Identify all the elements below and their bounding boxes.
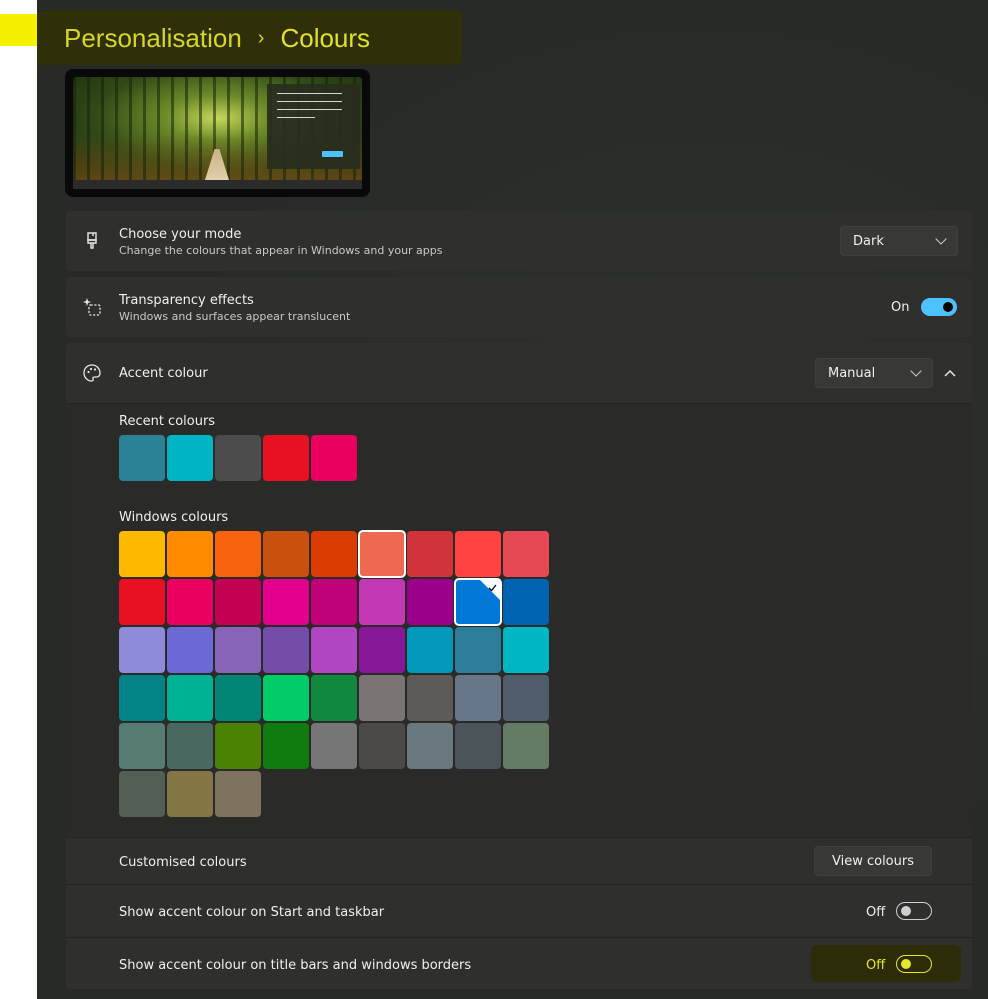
windows-colour-swatch[interactable]	[503, 579, 549, 625]
windows-colour-swatch[interactable]	[311, 531, 357, 577]
windows-colour-swatch[interactable]	[167, 627, 213, 673]
windows-colour-swatch[interactable]	[167, 579, 213, 625]
view-colours-button[interactable]: View colours	[814, 846, 932, 876]
windows-colour-swatch[interactable]	[455, 675, 501, 721]
recent-colour-swatch[interactable]	[263, 435, 309, 481]
recent-colour-swatch[interactable]	[215, 435, 261, 481]
accent-dropdown-value: Manual	[828, 365, 876, 381]
windows-colour-swatch[interactable]	[119, 723, 165, 769]
recent-colours-label: Recent colours	[119, 414, 216, 429]
title-bars-toggle[interactable]	[896, 955, 932, 973]
windows-colour-swatch[interactable]	[358, 530, 406, 578]
windows-colours-label: Windows colours	[119, 510, 229, 525]
title-bars-label: Show accent colour on title bars and win…	[119, 958, 472, 973]
title-bars-state: Off	[866, 958, 886, 973]
windows-colour-swatch[interactable]	[359, 627, 405, 673]
accent-title: Accent colour	[119, 366, 208, 381]
theme-preview	[65, 69, 370, 197]
recent-colour-swatch[interactable]	[311, 435, 357, 481]
highlight-marker	[0, 14, 38, 46]
windows-colour-swatch[interactable]	[215, 771, 261, 817]
windows-colour-swatch[interactable]	[119, 675, 165, 721]
mode-dropdown[interactable]: Dark	[840, 226, 958, 256]
preview-window	[267, 84, 360, 169]
recent-colour-swatch[interactable]	[167, 435, 213, 481]
windows-colour-swatch[interactable]	[167, 531, 213, 577]
windows-colour-swatch[interactable]	[215, 531, 261, 577]
windows-colour-swatch[interactable]	[455, 723, 501, 769]
windows-colour-swatch[interactable]	[215, 627, 261, 673]
windows-colour-swatch[interactable]	[359, 579, 405, 625]
windows-colour-swatch[interactable]	[503, 627, 549, 673]
windows-colour-swatch[interactable]	[263, 675, 309, 721]
windows-colour-swatch[interactable]	[215, 723, 261, 769]
page-title: Colours	[280, 22, 371, 53]
windows-colour-swatch[interactable]	[263, 723, 309, 769]
windows-colour-swatch[interactable]	[215, 675, 261, 721]
windows-colour-swatch[interactable]	[263, 531, 309, 577]
windows-colour-swatch[interactable]	[503, 531, 549, 577]
windows-colour-swatch[interactable]	[119, 579, 165, 625]
windows-colour-swatch[interactable]	[407, 627, 453, 673]
windows-colour-swatch[interactable]	[119, 627, 165, 673]
windows-colour-swatch[interactable]	[311, 579, 357, 625]
transparency-title: Transparency effects	[119, 293, 254, 308]
windows-colour-swatch[interactable]	[263, 579, 309, 625]
recent-colour-swatch[interactable]	[119, 435, 165, 481]
windows-colour-swatch[interactable]	[455, 531, 501, 577]
chevron-down-icon	[935, 233, 947, 245]
start-taskbar-toggle[interactable]	[896, 902, 932, 920]
palette-icon	[83, 364, 101, 382]
windows-colour-swatch[interactable]	[454, 578, 502, 626]
windows-colour-swatch[interactable]	[359, 675, 405, 721]
windows-colour-swatch[interactable]	[407, 723, 453, 769]
windows-colour-swatch[interactable]	[263, 627, 309, 673]
preview-taskbar	[73, 180, 362, 189]
accent-dropdown[interactable]: Manual	[815, 358, 933, 388]
transparency-subtitle: Windows and surfaces appear translucent	[119, 310, 351, 323]
windows-colour-swatch[interactable]	[503, 675, 549, 721]
collapse-button[interactable]	[941, 365, 959, 383]
windows-colour-swatch[interactable]	[311, 675, 357, 721]
breadcrumb-chevron-icon: ›	[257, 26, 265, 49]
windows-colour-swatch[interactable]	[311, 723, 357, 769]
transparency-state: On	[891, 300, 910, 315]
windows-colour-swatch[interactable]	[407, 579, 453, 625]
windows-colour-swatch[interactable]	[455, 627, 501, 673]
toggle-highlight	[811, 945, 961, 982]
mode-title: Choose your mode	[119, 227, 242, 242]
transparency-card: Transparency effects Windows and surface…	[66, 277, 972, 337]
paintbrush-icon	[87, 232, 97, 249]
settings-window: Personalisation › Colours Choose your mo…	[37, 0, 988, 999]
windows-colour-swatch[interactable]	[119, 771, 165, 817]
windows-colour-swatch[interactable]	[215, 579, 261, 625]
mode-subtitle: Change the colours that appear in Window…	[119, 244, 443, 257]
breadcrumb: Personalisation › Colours	[64, 20, 370, 56]
windows-colour-swatch[interactable]	[407, 675, 453, 721]
start-taskbar-label: Show accent colour on Start and taskbar	[119, 905, 385, 920]
mode-card: Choose your mode Change the colours that…	[66, 211, 972, 271]
windows-colour-swatch[interactable]	[167, 675, 213, 721]
mode-dropdown-value: Dark	[853, 233, 884, 249]
accent-card: Accent colour Manual Recent colours Wind…	[66, 343, 972, 989]
windows-colour-swatch[interactable]	[311, 627, 357, 673]
breadcrumb-parent[interactable]: Personalisation	[64, 23, 242, 54]
windows-colour-swatch[interactable]	[167, 771, 213, 817]
windows-colour-swatch[interactable]	[407, 531, 453, 577]
transparency-toggle[interactable]	[921, 298, 957, 316]
windows-colour-swatch[interactable]	[503, 723, 549, 769]
transparency-sparkle-icon	[83, 298, 101, 316]
chevron-down-icon	[910, 365, 922, 377]
windows-colour-swatch[interactable]	[359, 723, 405, 769]
customised-colours-label: Customised colours	[119, 855, 247, 870]
checkmark-icon	[480, 580, 500, 600]
windows-colour-swatch[interactable]	[167, 723, 213, 769]
start-taskbar-state: Off	[866, 905, 886, 920]
chevron-up-icon	[944, 369, 956, 377]
windows-colour-swatch[interactable]	[119, 531, 165, 577]
